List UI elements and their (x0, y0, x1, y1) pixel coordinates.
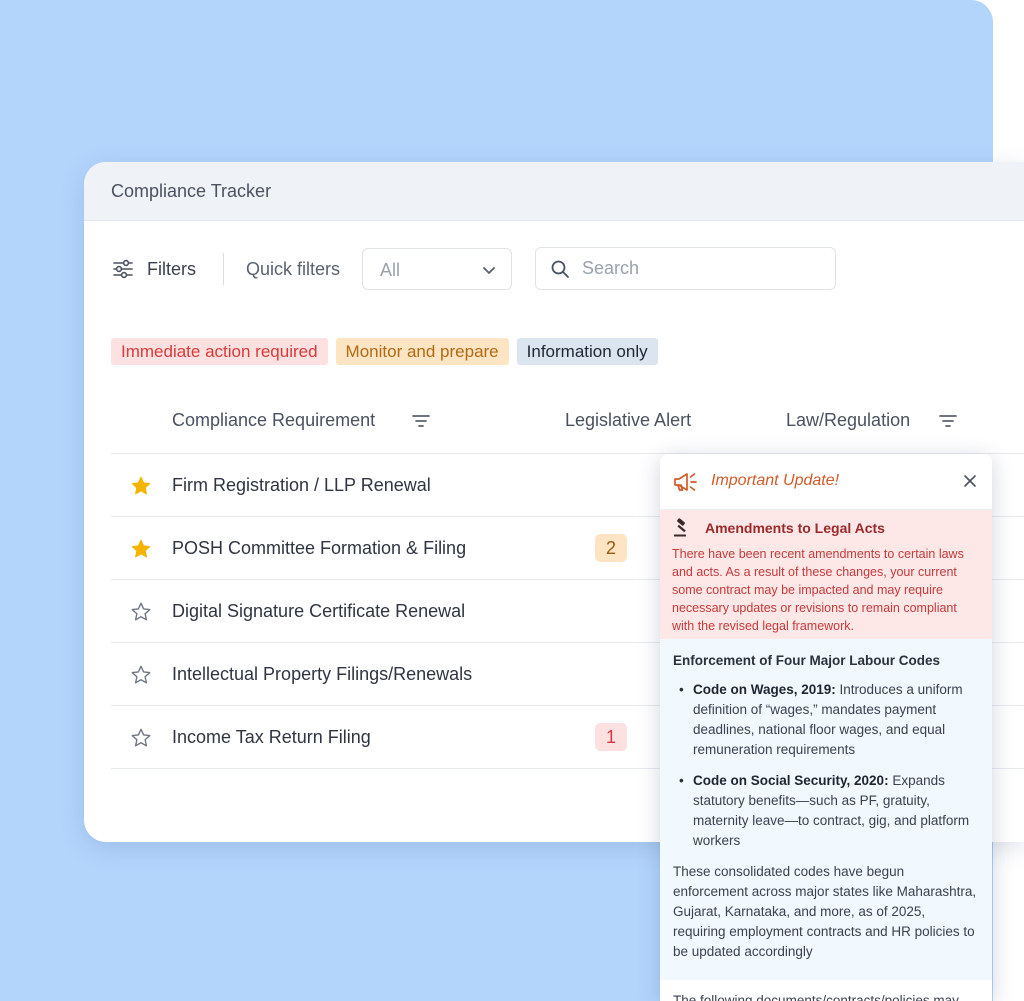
legend-immediate-action: Immediate action required (111, 338, 328, 365)
filters-button[interactable]: Filters (147, 259, 196, 280)
column-header-law[interactable]: Law/Regulation (786, 410, 910, 431)
search-box[interactable] (535, 247, 836, 290)
legend-monitor-prepare: Monitor and prepare (335, 338, 509, 365)
requirement-label: POSH Committee Formation & Filing (172, 538, 467, 558)
window-title: Compliance Tracker (111, 180, 272, 201)
quick-filter-value: All (380, 260, 401, 280)
close-icon[interactable] (963, 474, 977, 488)
star-icon[interactable] (130, 664, 152, 686)
megaphone-icon (674, 473, 697, 491)
star-icon[interactable] (130, 727, 152, 749)
gavel-icon (674, 518, 686, 537)
column-header-alert[interactable]: Legislative Alert (565, 410, 691, 431)
requirement-label: Intellectual Property Filings/Renewals (172, 664, 473, 684)
important-update-popup: Important Update! Amendments to Legal Ac… (660, 454, 992, 1001)
star-icon[interactable] (130, 475, 152, 497)
requirement-label: Digital Signature Certificate Renewal (172, 601, 466, 621)
popup-title: Important Update! (711, 472, 840, 489)
alert-count-badge[interactable]: 1 (595, 723, 627, 751)
alert-count-badge[interactable]: 2 (595, 534, 627, 562)
alert-description: There have been recent amendments to cer… (672, 547, 964, 633)
star-icon[interactable] (130, 601, 152, 623)
severity-legend: Immediate action required Monitor and pr… (111, 338, 658, 365)
requirement-label: Firm Registration / LLP Renewal (172, 475, 431, 495)
labour-codes-list: Code on Wages, 2019: Introduces a unifor… (673, 680, 980, 851)
list-item: Code on Wages, 2019: Introduces a unifor… (673, 680, 980, 760)
quick-filter-select[interactable]: All (362, 248, 512, 290)
requirement-label: Income Tax Return Filing (172, 727, 371, 747)
toolbar: Filters Quick filters All (84, 247, 1024, 291)
code-title: Code on Wages, 2019: (693, 682, 836, 697)
sliders-icon[interactable] (112, 258, 134, 280)
alert-title: Amendments to Legal Acts (705, 520, 885, 536)
column-header-requirement[interactable]: Compliance Requirement (172, 410, 375, 431)
quick-filters-label: Quick filters (246, 259, 341, 279)
table-header: Compliance Requirement Legislative Alert… (111, 388, 1024, 454)
footer-text: The following documents/contracts/polici… (673, 993, 959, 1001)
code-title: Code on Social Security, 2020: (693, 773, 889, 788)
filter-lines-icon[interactable] (411, 413, 431, 429)
search-input[interactable] (582, 249, 822, 288)
popup-footer: The following documents/contracts/polici… (660, 980, 992, 1001)
legend-information-only: Information only (516, 338, 658, 365)
list-item: Code on Social Security, 2020: Expands s… (673, 771, 980, 851)
star-icon[interactable] (130, 538, 152, 560)
popup-header: Important Update! (660, 454, 992, 510)
body-heading: Enforcement of Four Major Labour Codes (673, 653, 941, 668)
chevron-down-icon (483, 267, 495, 274)
amendment-alert: Amendments to Legal Acts There have been… (660, 510, 992, 639)
window-header: Compliance Tracker (84, 162, 1024, 221)
filter-lines-icon[interactable] (938, 413, 958, 429)
popup-body: Enforcement of Four Major Labour Codes C… (660, 639, 992, 962)
body-paragraph: These consolidated codes have begun enfo… (673, 864, 977, 959)
search-icon (551, 260, 569, 278)
toolbar-divider (223, 253, 224, 285)
